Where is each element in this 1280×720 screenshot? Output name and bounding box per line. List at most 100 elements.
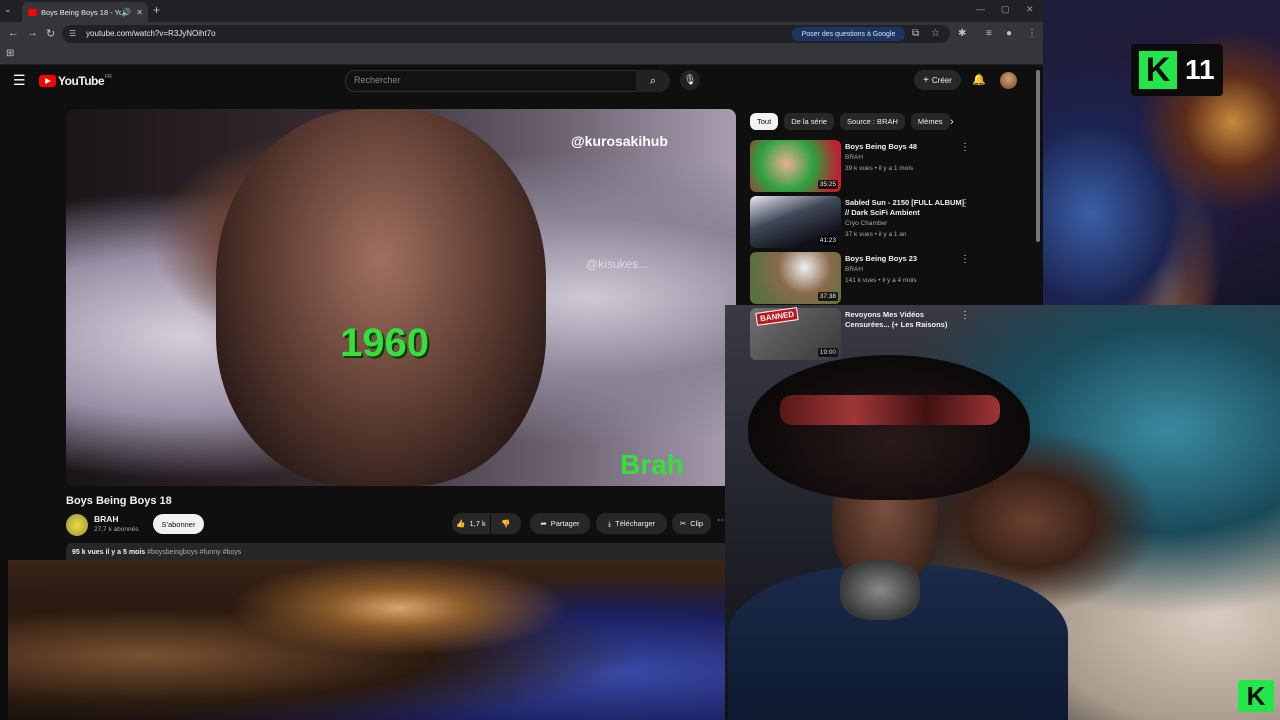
dislike-button[interactable]: 👎	[491, 513, 521, 534]
recommendation-channel[interactable]: Cryo Chamber	[845, 220, 887, 227]
clip-button[interactable]: ✂ Clip	[672, 513, 711, 534]
close-window-icon[interactable]: ✕	[1026, 4, 1034, 15]
like-count: 1,7 k	[469, 519, 486, 528]
logo-number: 11	[1185, 54, 1215, 85]
more-options-icon[interactable]: ⋮	[960, 198, 970, 209]
close-tab-icon[interactable]: ✕	[136, 8, 143, 17]
youtube-wordmark: YouTube	[58, 74, 105, 88]
microphone-icon: 🎙	[683, 74, 697, 86]
maximize-icon[interactable]: ▢	[1001, 4, 1010, 15]
share-icon: ➦	[540, 519, 547, 528]
new-tab-button[interactable]: +	[153, 3, 160, 17]
youtube-favicon-icon	[28, 8, 37, 16]
search-placeholder: Rechercher	[354, 75, 401, 85]
chip-memes[interactable]: Mèmes	[910, 113, 950, 130]
like-button[interactable]: 👍 1,7 k	[452, 513, 490, 534]
recommendation-item[interactable]: 37:38 Boys Being Boys 23 BRAH 141 k vues…	[750, 252, 1010, 304]
duration-badge: 37:38	[817, 292, 838, 301]
k-logo-corner-icon: K	[1238, 680, 1274, 712]
minimize-icon[interactable]: —	[976, 4, 985, 14]
share-button[interactable]: ➦ Partager	[530, 513, 590, 534]
webcam-person-hat	[748, 355, 1030, 500]
audio-playing-icon[interactable]: 🔊	[121, 8, 131, 17]
webcam-hat-band	[780, 395, 1000, 425]
scissors-icon: ✂	[679, 519, 687, 528]
recommendation-title[interactable]: Boys Being Boys 48	[845, 142, 970, 152]
recommendation-channel[interactable]: BRAH	[845, 266, 863, 273]
recommendation-channel[interactable]: BRAH	[845, 154, 863, 161]
k-logo-icon: K	[1139, 51, 1177, 89]
search-button[interactable]: ⌕	[636, 70, 670, 92]
channel-avatar[interactable]	[66, 514, 88, 536]
recommendation-meta: 37 k vues • il y a 1 an	[845, 231, 907, 238]
thumbs-down-icon: 👎	[501, 519, 511, 528]
download-icon: ⤓	[607, 518, 612, 528]
search-icon: ⌕	[649, 74, 657, 87]
chip-all[interactable]: Tout	[750, 113, 779, 130]
tab-list-chevron-icon[interactable]: ⌄	[4, 4, 12, 15]
create-button[interactable]: + Créer	[914, 70, 961, 90]
recommendation-title[interactable]: Revoyons Mes Vidéos Censurées... (+ Les …	[845, 310, 970, 330]
hamburger-menu-icon[interactable]: ☰	[13, 72, 26, 89]
download-button[interactable]: ⤓ Télécharger	[596, 513, 667, 534]
chip-source[interactable]: Source : BRAH	[840, 113, 905, 130]
site-info-icon[interactable]: ☰	[69, 29, 76, 38]
tab-title: Boys Being Boys 18 - YouTu	[41, 7, 122, 17]
hashtags[interactable]: #boysbeingboys #funny #boys	[147, 549, 241, 556]
reload-icon[interactable]: ↻	[46, 27, 55, 40]
browser-menu-icon[interactable]: ⋮	[1027, 28, 1037, 39]
forward-icon[interactable]: →	[27, 27, 38, 39]
cast-icon[interactable]: ⧉	[912, 28, 919, 39]
recommendation-title[interactable]: Sabled Sun - 2150 [FULL ALBUM] // Dark S…	[845, 198, 970, 218]
recommendation-meta: 39 k vues • il y a 1 mois	[845, 165, 914, 172]
voice-search-button[interactable]: 🎙	[680, 70, 700, 90]
video-watermark-1: @kurosakihub	[571, 133, 668, 149]
url-text[interactable]: youtube.com/watch?v=R3JyNOiht7o	[86, 29, 216, 38]
chevron-right-icon[interactable]: ›	[950, 116, 954, 128]
recommendation-item[interactable]: 41:23 Sabled Sun - 2150 [FULL ALBUM] // …	[750, 196, 1010, 248]
more-options-icon[interactable]: ⋮	[960, 142, 970, 153]
share-label: Partager	[550, 519, 580, 528]
video-thumbnail[interactable]: 41:23	[750, 196, 841, 248]
plus-icon: +	[923, 74, 929, 86]
recommendation-item[interactable]: 35:25 Boys Being Boys 48 BRAH 39 k vues …	[750, 140, 1010, 192]
extensions-icon[interactable]: ✱	[958, 28, 966, 39]
create-label: Créer	[931, 75, 952, 85]
media-controls-icon[interactable]: ≡	[986, 28, 992, 39]
chip-series[interactable]: De la série	[784, 113, 835, 130]
video-bottom-caption: Brah	[620, 449, 684, 480]
desktop-wallpaper-bottom	[0, 560, 725, 720]
profile-icon[interactable]: ●	[1006, 28, 1012, 39]
video-thumbnail[interactable]: 37:38	[750, 252, 841, 304]
video-watermark-2: @kisukes...	[586, 257, 649, 271]
ask-google-button[interactable]: Poser des questions à Google	[792, 27, 905, 41]
video-year-caption: 1960	[340, 321, 429, 365]
bookmark-star-icon[interactable]: ☆	[931, 28, 940, 39]
ask-google-label: Poser des questions à Google	[801, 30, 896, 38]
scrollbar[interactable]	[1036, 70, 1040, 242]
subscribe-button[interactable]: S'abonner	[153, 514, 204, 534]
video-title: Boys Being Boys 18	[66, 495, 172, 507]
back-icon[interactable]: ←	[8, 27, 19, 39]
youtube-logo[interactable]: YouTube FR	[39, 74, 112, 88]
video-player[interactable]: @kurosakihub @kisukes... 1960 Brah	[66, 109, 736, 486]
channel-name[interactable]: BRAH	[94, 514, 119, 524]
more-options-icon[interactable]: ⋮	[960, 310, 970, 321]
recommendation-title[interactable]: Boys Being Boys 23	[845, 254, 970, 264]
webcam-person-beard	[840, 560, 920, 620]
apps-grid-icon[interactable]: ⊞	[6, 48, 14, 59]
browser-tab-active[interactable]: Boys Being Boys 18 - YouTu 🔊 ✕	[22, 2, 148, 22]
country-code: FR	[105, 74, 112, 80]
account-avatar[interactable]	[1000, 72, 1017, 89]
description-header: 95 k vues il y a 5 mois #boysbeingboys #…	[72, 549, 241, 556]
clip-label: Clip	[690, 519, 704, 528]
thumbs-up-icon: 👍	[456, 519, 466, 528]
video-frame-subject	[216, 109, 546, 486]
subscriber-count: 27,7 k abonnés	[94, 526, 139, 533]
bookmarks-bar	[0, 46, 1043, 65]
video-thumbnail[interactable]: 35:25	[750, 140, 841, 192]
notifications-bell-icon[interactable]: 🔔	[972, 73, 986, 86]
channel-logo: K 11	[1131, 44, 1223, 96]
filter-chips: Tout De la série Source : BRAH Mèmes	[750, 113, 950, 131]
more-options-icon[interactable]: ⋮	[960, 254, 970, 265]
